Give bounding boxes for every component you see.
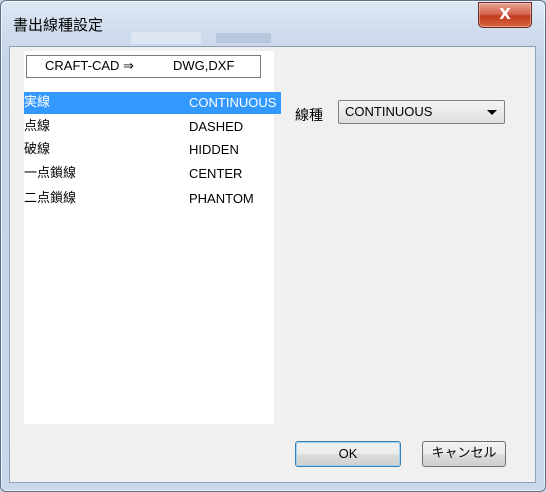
- cancel-button[interactable]: キャンセル: [422, 441, 506, 467]
- list-item-dashed[interactable]: 点線 DASHED: [24, 116, 281, 138]
- chevron-down-icon: [487, 110, 497, 115]
- linetype-dropdown-value: CONTINUOUS: [345, 104, 433, 119]
- linetype-list[interactable]: CRAFT-CAD ⇒ DWG,DXF 実線 CONTINUOUS 点線 DAS…: [24, 51, 281, 424]
- list-item-hidden[interactable]: 破線 HIDDEN: [24, 139, 281, 161]
- window-title: 書出線種設定: [13, 16, 104, 34]
- linetype-dropdown[interactable]: CONTINUOUS: [338, 100, 505, 124]
- ok-button[interactable]: OK: [295, 441, 401, 467]
- linetype-label: 線種: [295, 108, 323, 124]
- list-header-target: DWG,DXF: [173, 58, 235, 73]
- title-bar[interactable]: 書出線種設定 X: [1, 1, 545, 45]
- close-icon: X: [499, 5, 511, 23]
- list-item-jp: 点線: [24, 119, 51, 134]
- list-item-jp: 実線: [24, 95, 51, 110]
- list-item-en: CONTINUOUS: [189, 95, 277, 110]
- list-item-phantom[interactable]: 二点鎖線 PHANTOM: [24, 188, 281, 210]
- list-item-continuous[interactable]: 実線 CONTINUOUS: [24, 92, 281, 114]
- list-item-en: PHANTOM: [189, 191, 254, 206]
- list-header: CRAFT-CAD ⇒ DWG,DXF: [26, 55, 261, 78]
- list-item-center[interactable]: 一点鎖線 CENTER: [24, 163, 281, 185]
- list-item-jp: 二点鎖線: [24, 191, 77, 206]
- background-blur: [131, 32, 201, 44]
- background-blur: [216, 33, 271, 43]
- list-item-jp: 破線: [24, 142, 51, 157]
- list-item-en: DASHED: [189, 119, 244, 134]
- dialog-window: 書出線種設定 X CRAFT-CAD ⇒ DWG,DXF 実線 CONTINUO…: [0, 0, 546, 492]
- list-item-en: HIDDEN: [189, 142, 239, 157]
- list-item-jp: 一点鎖線: [24, 166, 77, 181]
- list-header-source: CRAFT-CAD ⇒: [45, 58, 134, 73]
- close-button[interactable]: X: [478, 2, 532, 28]
- list-item-en: CENTER: [189, 166, 243, 181]
